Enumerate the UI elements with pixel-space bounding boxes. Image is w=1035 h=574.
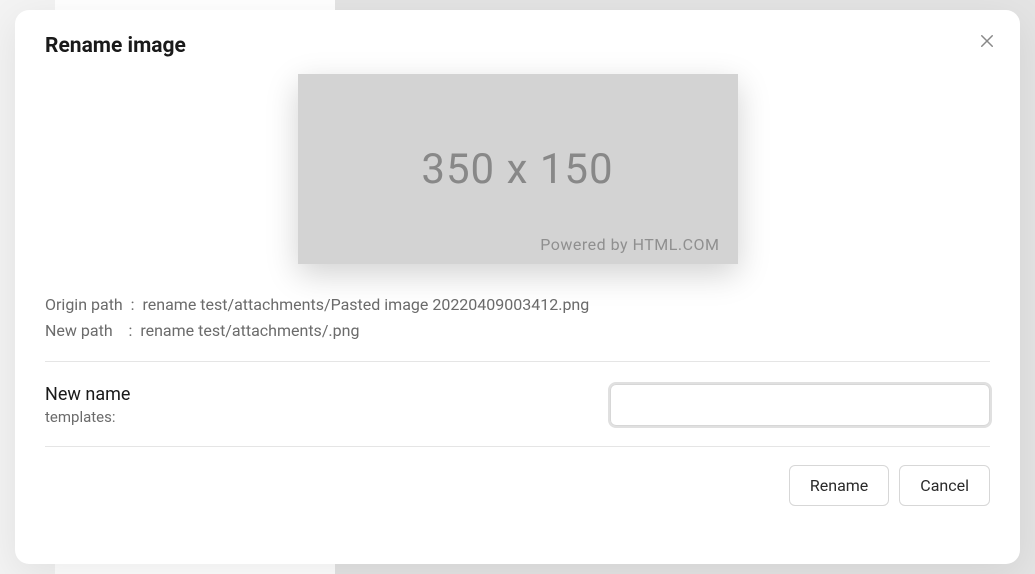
modal-actions: Rename Cancel [45, 465, 990, 506]
new-name-input[interactable] [610, 384, 990, 426]
preview-dimensions-text: 350 x 150 [421, 145, 613, 194]
origin-path-row: Origin path : rename test/attachments/Pa… [45, 292, 990, 318]
divider-bottom [45, 446, 990, 447]
new-name-label: New name [45, 384, 130, 405]
close-button[interactable] [976, 30, 998, 52]
new-name-row: New name templates: [45, 368, 990, 440]
new-path-label: New path : [45, 318, 140, 344]
divider-top [45, 361, 990, 362]
origin-path-label: Origin path : [45, 292, 142, 318]
path-info: Origin path : rename test/attachments/Pa… [45, 292, 990, 343]
new-name-labels: New name templates: [45, 384, 130, 426]
image-preview: 350 x 150 Powered by HTML.COM [298, 74, 738, 264]
new-path-value: rename test/attachments/.png [140, 318, 359, 344]
new-path-row: New path : rename test/attachments/.png [45, 318, 990, 344]
preview-container: 350 x 150 Powered by HTML.COM [45, 74, 990, 264]
preview-caption: Powered by HTML.COM [540, 235, 719, 254]
rename-button[interactable]: Rename [789, 465, 889, 506]
origin-path-value: rename test/attachments/Pasted image 202… [142, 292, 589, 318]
templates-label: templates: [45, 408, 130, 426]
cancel-button[interactable]: Cancel [899, 465, 990, 506]
modal-title: Rename image [45, 34, 186, 58]
close-icon [978, 32, 996, 50]
modal-header: Rename image [45, 34, 990, 58]
rename-image-modal: Rename image 350 x 150 Powered by HTML.C… [15, 10, 1020, 564]
